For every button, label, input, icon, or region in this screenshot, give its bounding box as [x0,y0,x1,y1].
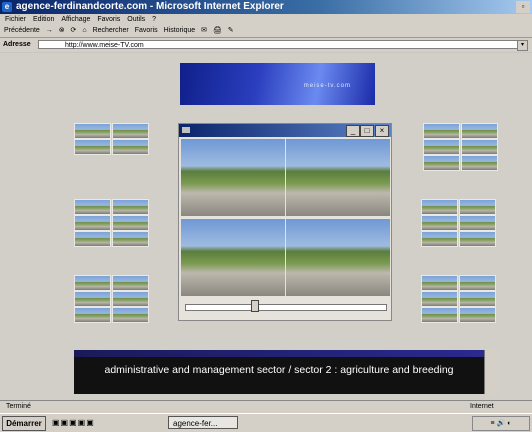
history-button[interactable]: Historique [164,27,196,34]
ie-icon: e [2,2,12,12]
video-thumbnail[interactable] [459,291,496,307]
maximize-button[interactable]: □ [360,125,374,137]
video-thumbnail[interactable] [74,123,111,139]
video-thumbnail[interactable] [421,275,458,291]
caption-scrollbar[interactable] [484,350,499,394]
video-thumbnail[interactable] [112,307,149,323]
window-titlebar[interactable]: e agence-ferdinandcorte.com - Microsoft … [0,0,532,14]
video-thumbnail[interactable] [112,231,149,247]
video-frame [286,219,390,296]
menu-help[interactable]: ? [152,16,156,23]
site-banner[interactable]: meise-tv.com [180,63,375,105]
toolbar: Précédente → ⊗ ⟳ ⌂ Rechercher Favoris Hi… [0,25,532,38]
video-thumbnail[interactable] [421,307,458,323]
edit-icon[interactable]: ✎ [228,27,234,34]
video-thumbnail[interactable] [74,199,111,215]
video-thumbnail[interactable] [461,139,498,155]
video-thumbnail[interactable] [74,215,111,231]
video-thumbnail[interactable] [423,155,460,171]
address-input[interactable]: http://www.meise-TV.com [38,40,518,49]
video-thumbnail[interactable] [421,291,458,307]
video-frame [181,219,285,296]
seek-slider-track[interactable] [185,304,387,311]
zone-indicator: Internet [470,403,494,410]
address-label: Adresse [3,41,31,48]
menu-outils[interactable]: Outils [127,16,145,23]
video-thumbnail[interactable] [74,231,111,247]
video-thumbnail[interactable] [74,139,111,155]
video-thumbnail[interactable] [459,231,496,247]
video-thumbnail[interactable] [74,275,111,291]
menu-bar: Fichier Edition Affichage Favoris Outils… [0,14,532,25]
video-thumbnail[interactable] [459,275,496,291]
video-thumbnail[interactable] [459,215,496,231]
refresh-icon[interactable]: ⟳ [71,27,77,34]
back-button[interactable]: Précédente [4,27,40,34]
start-button[interactable]: Démarrer [2,416,46,431]
menu-affichage[interactable]: Affichage [61,16,90,23]
system-tray: ≡ 🔊 ◐ [472,416,530,431]
video-thumbnail[interactable] [112,275,149,291]
page-content: meise-tv.com _ □ × administrative and ma… [0,53,532,400]
mail-icon[interactable]: ✉ [201,27,207,34]
video-thumbnail[interactable] [423,123,460,139]
player-titlebar[interactable]: _ □ × [179,124,391,137]
close-button[interactable]: × [375,125,389,137]
minimize-button[interactable]: _ [346,125,360,137]
window-title: agence-ferdinandcorte.com - Microsoft In… [16,1,284,12]
menu-favoris[interactable]: Favoris [97,16,120,23]
video-thumbnail[interactable] [112,199,149,215]
player-system-icon [182,127,190,133]
video-thumbnail[interactable] [112,139,149,155]
video-thumbnail[interactable] [421,215,458,231]
quick-launch-icons[interactable]: ▣▣▣▣▣ [52,417,95,429]
banner-brand: meise-tv.com [303,83,351,89]
seek-slider-handle[interactable] [250,300,259,312]
stop-icon[interactable]: ⊗ [59,27,65,34]
status-text: Terminé [6,403,31,410]
video-thumbnail[interactable] [421,199,458,215]
print-icon[interactable]: 🖨 [213,27,222,34]
favorites-button[interactable]: Favoris [135,27,158,34]
video-thumbnail[interactable] [461,155,498,171]
status-bar: Terminé Internet [0,400,532,413]
caption-header-strip [74,350,484,357]
menu-edition[interactable]: Edition [33,16,54,23]
video-thumbnail[interactable] [459,199,496,215]
video-thumbnail[interactable] [459,307,496,323]
taskbar: Démarrer ▣▣▣▣▣ agence-fer... ≡ 🔊 ◐ [0,413,532,432]
taskbar-app-button[interactable]: agence-fer... [168,416,238,429]
video-thumbnail[interactable] [421,231,458,247]
address-bar: Adresse http://www.meise-TV.com ▾ [0,38,532,52]
address-dropdown-icon[interactable]: ▾ [517,40,528,51]
video-player-window: _ □ × [178,123,392,321]
video-thumbnail[interactable] [74,307,111,323]
video-thumbnail[interactable] [423,139,460,155]
search-button[interactable]: Rechercher [93,27,129,34]
caption-text: administrative and management sector / s… [104,364,454,376]
video-thumbnail[interactable] [112,215,149,231]
forward-button[interactable]: → [46,27,53,34]
home-icon[interactable]: ⌂ [82,27,86,34]
video-thumbnail[interactable] [461,123,498,139]
menu-fichier[interactable]: Fichier [5,16,26,23]
video-thumbnail[interactable] [74,291,111,307]
video-frame [286,139,390,216]
video-thumbnail[interactable] [112,291,149,307]
video-thumbnail[interactable] [112,123,149,139]
video-frame [181,139,285,216]
window-controls[interactable]: ▫ [516,1,530,13]
